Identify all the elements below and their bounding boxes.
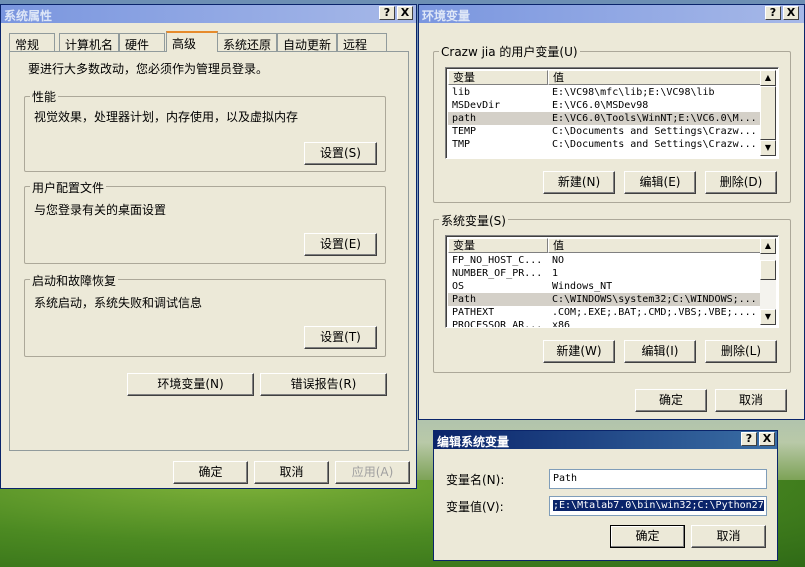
ok-button[interactable]: 确定	[610, 525, 685, 548]
performance-group-label: 性能	[30, 88, 59, 105]
system-variables-group-label: 系统变量(S)	[439, 212, 508, 229]
edit-system-variable-titlebar[interactable]: 编辑系统变量	[434, 431, 777, 449]
help-button[interactable]: ?	[765, 6, 781, 20]
vertical-scrollbar[interactable]: ▲ ▼	[760, 70, 776, 156]
startup-recovery-group-label: 启动和故障恢复	[30, 272, 119, 289]
scroll-up-icon[interactable]: ▲	[760, 70, 776, 86]
list-item[interactable]: path E:\VC6.0\Tools\WinNT;E:\VC6.0\M...	[448, 112, 760, 125]
variable-name-label: 变量名(N):	[446, 473, 505, 487]
scroll-up-icon[interactable]: ▲	[760, 238, 776, 254]
user-edit-button[interactable]: 编辑(E)	[624, 171, 696, 194]
close-button[interactable]: X	[783, 6, 799, 20]
variable-value-label: 变量值(V):	[446, 500, 504, 514]
cancel-button[interactable]: 取消	[715, 389, 787, 412]
column-header-value[interactable]: 值	[548, 238, 762, 253]
performance-settings-button[interactable]: 设置(S)	[304, 142, 377, 165]
tab-automatic-updates[interactable]: 自动更新	[277, 33, 337, 52]
column-header-variable[interactable]: 变量	[448, 70, 548, 85]
scroll-down-icon[interactable]: ▼	[760, 309, 776, 325]
tab-advanced[interactable]: 高级	[166, 31, 218, 52]
variable-name-input[interactable]: Path	[549, 469, 767, 489]
ok-button[interactable]: 确定	[173, 461, 248, 484]
scroll-thumb[interactable]	[760, 260, 776, 280]
user-new-button[interactable]: 新建(N)	[543, 171, 615, 194]
startup-recovery-settings-button[interactable]: 设置(T)	[304, 326, 377, 349]
list-item[interactable]: TMP C:\Documents and Settings\Crazw...	[448, 138, 760, 151]
scroll-thumb[interactable]	[760, 86, 776, 140]
system-new-button[interactable]: 新建(W)	[543, 340, 615, 363]
system-properties-window: 系统属性 ? X 常规 计算机名 硬件 高级 系统还原 自动更新 远程 要进行大…	[0, 4, 417, 489]
tab-general[interactable]: 常规	[9, 33, 55, 52]
system-properties-titlebar[interactable]: 系统属性	[1, 5, 416, 23]
list-item[interactable]: lib E:\VC98\mfc\lib;E:\VC98\lib	[448, 86, 760, 99]
user-profiles-settings-button[interactable]: 设置(E)	[304, 233, 377, 256]
window-title: 系统属性	[4, 9, 53, 23]
list-item[interactable]: PROCESSOR_AR... x86	[448, 319, 760, 327]
close-button[interactable]: X	[759, 432, 775, 446]
cancel-button[interactable]: 取消	[254, 461, 329, 484]
user-variables-group-label: Crazw jia 的用户变量(U)	[439, 43, 580, 60]
help-button[interactable]: ?	[741, 432, 757, 446]
variable-value-text: ;E:\Mtalab7.0\bin\win32;C:\Python27	[553, 500, 764, 511]
user-variables-list[interactable]: 变量 值 lib E:\VC98\mfc\lib;E:\VC98\lib MSD…	[445, 67, 779, 159]
user-delete-button[interactable]: 删除(D)	[705, 171, 777, 194]
environment-variables-window: 环境变量 ? X Crazw jia 的用户变量(U) 变量 值 lib E:\…	[418, 4, 805, 420]
edit-system-variable-dialog: 编辑系统变量 ? X 变量名(N): Path 变量值(V): ;E:\Mtal…	[433, 430, 778, 561]
list-item[interactable]: TEMP C:\Documents and Settings\Crazw...	[448, 125, 760, 138]
environment-variables-button[interactable]: 环境变量(N)	[127, 373, 254, 396]
environment-variables-titlebar[interactable]: 环境变量	[419, 5, 804, 23]
list-item[interactable]: PATHEXT .COM;.EXE;.BAT;.CMD;.VBS;.VBE;..…	[448, 306, 760, 319]
system-variables-list[interactable]: 变量 值 FP_NO_HOST_C... NO NUMBER_OF_PR... …	[445, 235, 779, 328]
window-title: 环境变量	[422, 9, 471, 23]
cancel-button[interactable]: 取消	[691, 525, 766, 548]
system-delete-button[interactable]: 删除(L)	[705, 340, 777, 363]
window-title: 编辑系统变量	[437, 435, 510, 449]
startup-recovery-description: 系统启动，系统失败和调试信息	[34, 296, 203, 310]
tab-remote[interactable]: 远程	[337, 33, 387, 52]
list-item[interactable]: NUMBER_OF_PR... 1	[448, 267, 760, 280]
system-edit-button[interactable]: 编辑(I)	[624, 340, 696, 363]
tab-computer-name[interactable]: 计算机名	[59, 33, 119, 52]
performance-description: 视觉效果，处理器计划，内存使用，以及虚拟内存	[34, 110, 299, 124]
list-item[interactable]: MSDevDir E:\VC6.0\MSDev98	[448, 99, 760, 112]
vertical-scrollbar[interactable]: ▲ ▼	[760, 238, 776, 325]
close-button[interactable]: X	[397, 6, 413, 20]
admin-notice: 要进行大多数改动，您必须作为管理员登录。	[28, 62, 269, 76]
list-item[interactable]: Path C:\WINDOWS\system32;C:\WINDOWS;...	[448, 293, 760, 306]
column-header-variable[interactable]: 变量	[448, 238, 548, 253]
ok-button[interactable]: 确定	[635, 389, 707, 412]
user-profiles-description: 与您登录有关的桌面设置	[34, 203, 167, 217]
tab-strip: 常规 计算机名 硬件 高级 系统还原 自动更新 远程	[9, 31, 409, 53]
list-item[interactable]: FP_NO_HOST_C... NO	[448, 254, 760, 267]
error-reporting-button[interactable]: 错误报告(R)	[260, 373, 387, 396]
tab-hardware[interactable]: 硬件	[119, 33, 165, 52]
advanced-tab-page: 要进行大多数改动，您必须作为管理员登录。 性能 视觉效果，处理器计划，内存使用，…	[9, 51, 409, 451]
scroll-down-icon[interactable]: ▼	[760, 140, 776, 156]
list-item[interactable]: OS Windows_NT	[448, 280, 760, 293]
column-header-value[interactable]: 值	[548, 70, 762, 85]
help-button[interactable]: ?	[379, 6, 395, 20]
variable-value-input[interactable]: ;E:\Mtalab7.0\bin\win32;C:\Python27	[549, 496, 767, 516]
tab-system-restore[interactable]: 系统还原	[217, 33, 277, 52]
apply-button[interactable]: 应用(A)	[335, 461, 410, 484]
user-profiles-group-label: 用户配置文件	[30, 179, 107, 196]
